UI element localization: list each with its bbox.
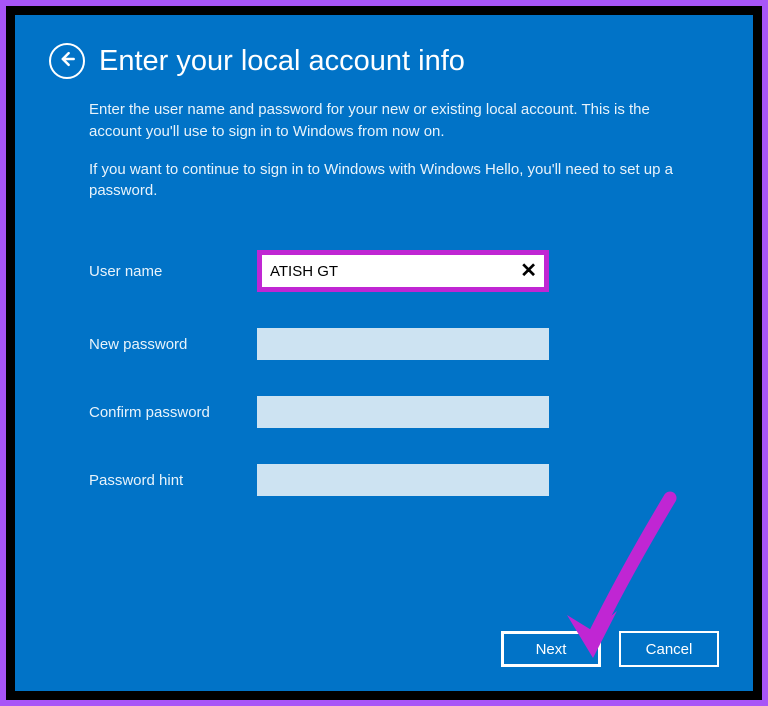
page-title: Enter your local account info xyxy=(99,45,465,78)
password-hint-input[interactable] xyxy=(257,464,549,496)
username-label: User name xyxy=(89,263,257,280)
cancel-button[interactable]: Cancel xyxy=(619,631,719,667)
close-icon: ✕ xyxy=(520,260,537,282)
description-text-2: If you want to continue to sign in to Wi… xyxy=(89,159,705,203)
confirm-password-label: Confirm password xyxy=(89,404,257,421)
username-input[interactable] xyxy=(262,255,544,287)
confirm-password-input[interactable] xyxy=(257,396,549,428)
back-arrow-icon xyxy=(57,49,77,74)
new-password-input[interactable] xyxy=(257,328,549,360)
local-account-dialog: Enter your local account info Enter the … xyxy=(15,15,753,691)
password-hint-label: Password hint xyxy=(89,472,257,489)
back-button[interactable] xyxy=(49,43,85,79)
new-password-label: New password xyxy=(89,336,257,353)
next-button[interactable]: Next xyxy=(501,631,601,667)
clear-input-button[interactable]: ✕ xyxy=(520,261,537,281)
username-input-wrap: ✕ xyxy=(257,250,549,292)
description-text-1: Enter the user name and password for you… xyxy=(89,99,705,143)
